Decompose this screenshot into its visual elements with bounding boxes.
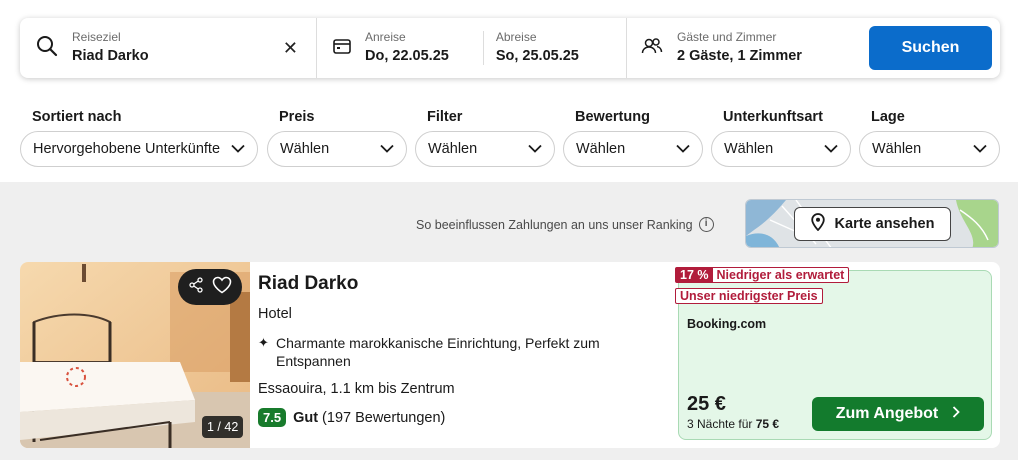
guests-icon [641, 37, 663, 60]
destination-field[interactable]: Reiseziel Riad Darko ✕ [20, 18, 316, 78]
hotel-type: Hotel [258, 306, 292, 322]
checkout-label: Abreise [495, 30, 537, 44]
discount-percent: 17 % [676, 267, 713, 282]
discount-badge: 17 % Niedriger als erwartet [675, 266, 850, 283]
filter-value: Hervorgehobene Unterkünfte [33, 141, 221, 157]
dates-field[interactable]: Anreise Do, 22.05.25 Abreise So, 25.05.2… [316, 18, 626, 78]
ranking-note-text: So beeinflussen Zahlungen an uns unser R… [416, 217, 693, 232]
filter-accommodation-type: Unterkunftsart Wählen [711, 108, 851, 167]
location-select[interactable]: Wählen [859, 131, 1000, 167]
hotel-rating[interactable]: 7.5 Gut (197 Bewertungen) [258, 408, 668, 427]
filter-value: Wählen [576, 141, 626, 157]
photo-counter: 1 / 42 [202, 416, 244, 438]
guests-field[interactable]: Gäste und Zimmer 2 Gäste, 1 Zimmer [626, 18, 870, 78]
filter-title: Filter [427, 109, 463, 125]
filter-select[interactable]: Wählen [415, 131, 555, 167]
hotel-info: Riad Darko Hotel ✦ Charmante marokkanisc… [258, 262, 668, 427]
chevron-down-icon [380, 141, 394, 157]
rating-label: Gut [293, 409, 319, 426]
deal-total-value: 75 € [755, 417, 780, 431]
destination-value[interactable]: Riad Darko [72, 47, 149, 66]
heart-icon[interactable] [212, 276, 232, 299]
chevron-right-icon [952, 405, 961, 423]
filter-sort: Sortiert nach Hervorgehobene Unterkünfte [20, 108, 258, 167]
guests-value: 2 Gäste, 1 Zimmer [677, 48, 802, 64]
deal-price: 25 € [687, 393, 726, 415]
share-icon[interactable] [188, 276, 204, 298]
filter-value: Wählen [724, 141, 774, 157]
chevron-down-icon [676, 141, 690, 157]
clear-icon[interactable]: ✕ [283, 38, 298, 59]
sparkle-icon: ✦ [258, 335, 269, 350]
filter-rating: Bewertung Wählen [563, 108, 703, 167]
rating-select[interactable]: Wählen [563, 131, 703, 167]
filter-title: Sortiert nach [32, 109, 122, 125]
checkout-value: So, 25.05.25 [495, 48, 579, 64]
hotel-feature-text: Charmante marokkanische Einrichtung, Per… [276, 335, 600, 369]
destination-label: Reiseziel [72, 30, 121, 44]
deal-provider: Booking.com [687, 317, 767, 331]
filter-value: Wählen [872, 141, 922, 157]
filter-title: Preis [279, 109, 315, 125]
chevron-down-icon [973, 141, 987, 157]
checkin-label: Anreise [365, 30, 406, 44]
results-area: So beeinflussen Zahlungen an uns unser R… [0, 182, 1018, 460]
map-pin-icon [810, 213, 825, 235]
filter-value: Wählen [280, 141, 330, 157]
ranking-note[interactable]: So beeinflussen Zahlungen an uns unser R… [416, 217, 714, 232]
review-count: (197 Bewertungen) [322, 409, 446, 426]
hotel-card[interactable]: 1 / 42 Riad Darko Hotel ✦ Charmante maro… [20, 262, 1000, 448]
hotel-name[interactable]: Riad Darko [258, 272, 668, 296]
chevron-down-icon [231, 141, 245, 157]
search-icon [36, 35, 58, 62]
accommodation-type-select[interactable]: Wählen [711, 131, 851, 167]
filter-location: Lage Wählen [859, 108, 1000, 167]
search-bar: Reiseziel Riad Darko ✕ Anreise Do, 22.05… [20, 18, 1000, 78]
hotel-location: Essaouira, 1.1 km bis Zentrum [258, 381, 455, 397]
deal-total-prefix: 3 Nächte für [687, 417, 753, 431]
hotel-photo[interactable]: 1 / 42 [20, 262, 250, 448]
checkin-value: Do, 22.05.25 [365, 48, 449, 64]
filter-title: Bewertung [575, 109, 650, 125]
lowest-price-badge: Unser niedrigster Preis [675, 287, 823, 304]
filter-filter: Filter Wählen [415, 108, 555, 167]
checkin-field[interactable]: Anreise Do, 22.05.25 [365, 30, 449, 66]
deal-tags: 17 % Niedriger als erwartet Unser niedri… [675, 266, 850, 308]
hotel-feature: ✦ Charmante marokkanische Einrichtung, P… [258, 334, 668, 370]
map-preview[interactable]: Karte ansehen [745, 199, 999, 248]
view-deal-label: Zum Angebot [835, 405, 939, 422]
filter-price: Preis Wählen [267, 108, 407, 167]
photo-actions [178, 269, 242, 305]
view-map-label: Karte ansehen [834, 216, 935, 232]
info-icon[interactable]: i [698, 217, 714, 232]
price-select[interactable]: Wählen [267, 131, 407, 167]
sort-select[interactable]: Hervorgehobene Unterkünfte [20, 131, 258, 167]
chevron-down-icon [824, 141, 838, 157]
filter-title: Lage [871, 109, 905, 125]
guests-label: Gäste und Zimmer [677, 30, 777, 44]
discount-text: Niedriger als erwartet [716, 267, 845, 282]
calendar-icon [333, 38, 351, 59]
chevron-down-icon [528, 141, 542, 157]
view-map-button[interactable]: Karte ansehen [794, 207, 951, 241]
filter-value: Wählen [428, 141, 478, 157]
rating-score-badge: 7.5 [258, 408, 287, 427]
search-button[interactable]: Suchen [869, 26, 992, 70]
checkout-field[interactable]: Abreise So, 25.05.25 [496, 30, 579, 66]
view-deal-button[interactable]: Zum Angebot [812, 397, 984, 431]
filter-title: Unterkunftsart [723, 109, 823, 125]
deal-total: 3 Nächte für 75 € [687, 417, 779, 431]
date-divider [482, 31, 484, 65]
